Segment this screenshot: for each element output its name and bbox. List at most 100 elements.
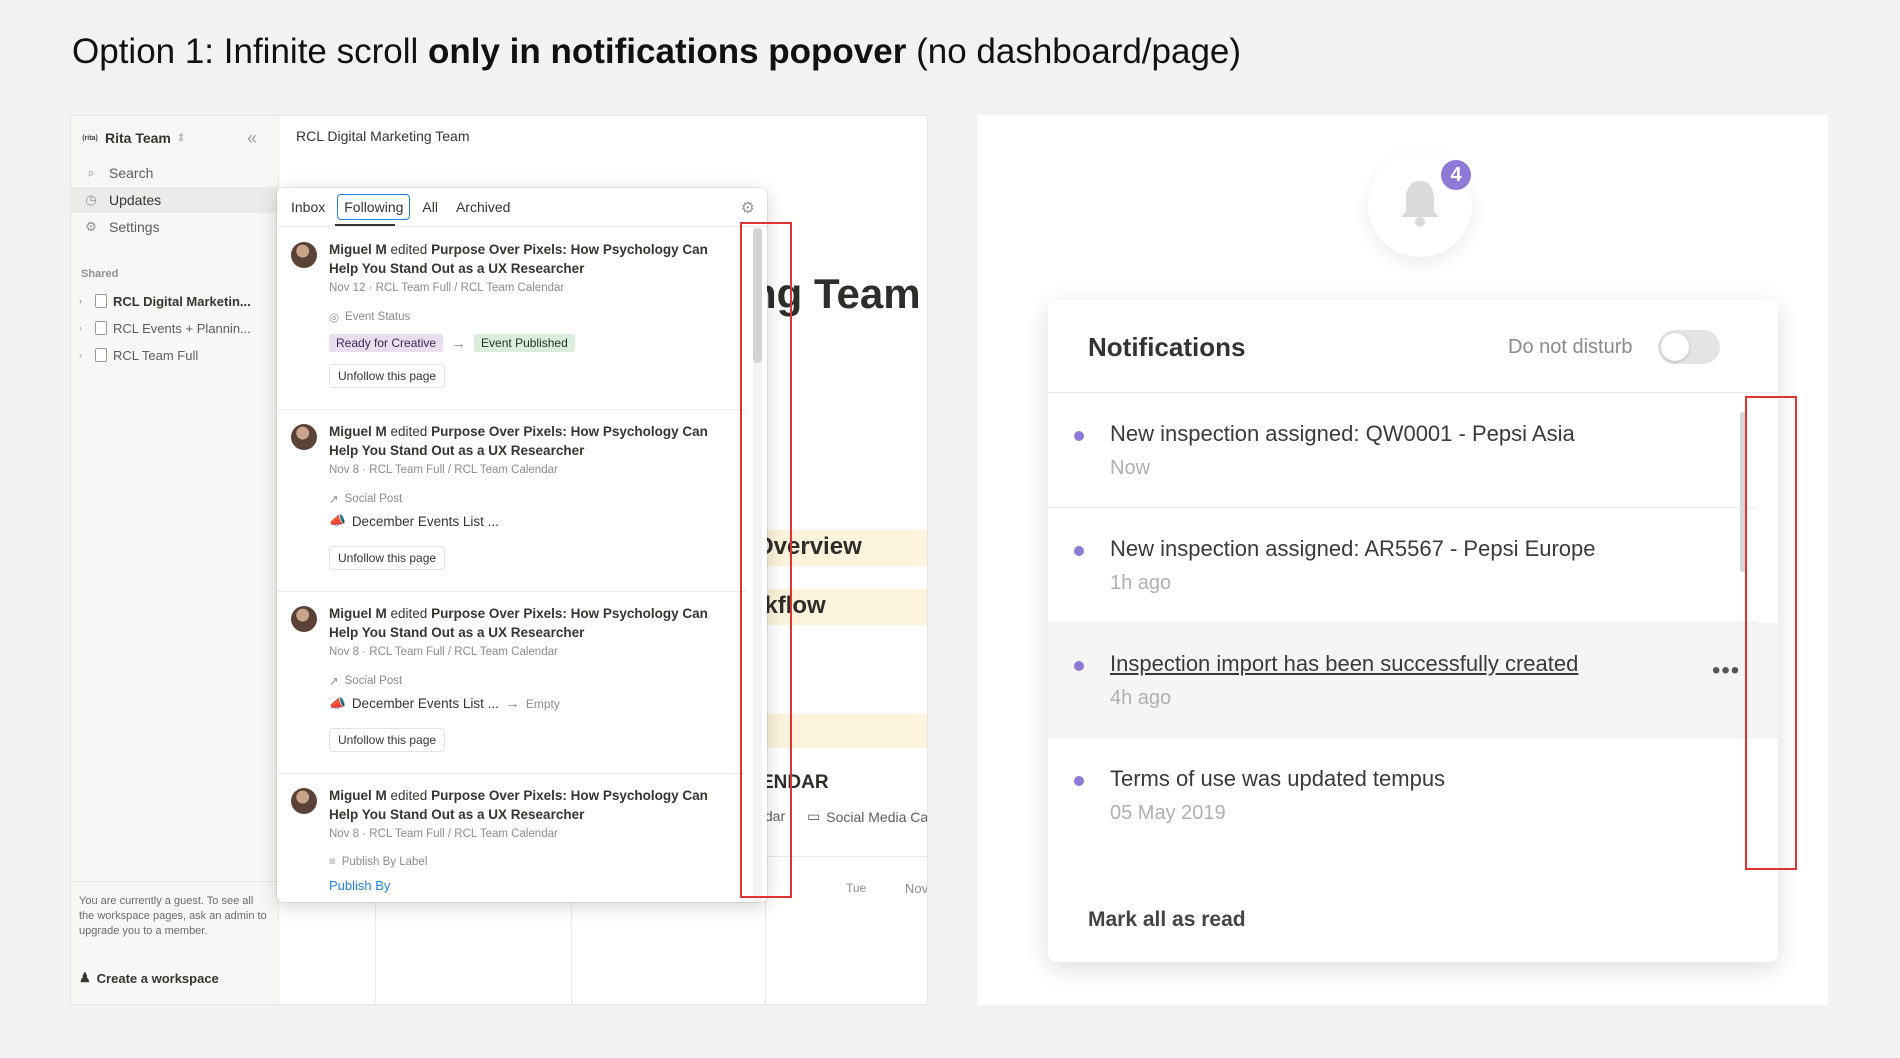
shared-section-label: Shared	[81, 268, 119, 280]
unread-dot	[1074, 431, 1084, 441]
chevron-right-icon[interactable]: ›	[79, 323, 89, 333]
arrow-right-icon: →	[504, 695, 520, 712]
chevron-updown-icon: ⇕	[176, 132, 186, 144]
avatar	[291, 606, 317, 632]
chevron-right-icon[interactable]: ›	[79, 296, 89, 306]
avatar	[291, 242, 317, 268]
unfollow-button[interactable]: Unfollow this page	[329, 728, 446, 752]
notification-title: Miguel M edited Purpose Over Pixels: How…	[329, 422, 729, 460]
notification-row[interactable]: New inspection assigned: QW0001 - Pepsi …	[1048, 393, 1758, 508]
linked-doc[interactable]: 📣 December Events List ... → Empty	[329, 695, 560, 712]
page-title: RCL Digital Marketin...	[113, 293, 251, 309]
sidebar-page-item[interactable]: › RCL Team Full	[71, 342, 279, 368]
bell-icon[interactable]	[1398, 177, 1442, 229]
do-not-disturb-label: Do not disturb	[1508, 336, 1633, 358]
notification-row[interactable]: Inspection import has been successfully …	[1048, 623, 1778, 738]
notification-title: Miguel M edited Purpose Over Pixels: How…	[329, 786, 729, 824]
calendar-icon: ▭	[807, 808, 821, 824]
notification-meta: Nov 8 · RCL Team Full / RCL Team Calenda…	[329, 828, 558, 840]
user-name: Miguel M	[329, 242, 387, 257]
sidebar-item-updates[interactable]: ◷ Updates	[71, 187, 279, 213]
calendar-view-tab[interactable]: ▭ Social Media Ca	[807, 808, 927, 825]
create-workspace-button[interactable]: ♟ Create a workspace	[79, 970, 219, 986]
page-title: RCL Events + Plannin...	[113, 320, 251, 336]
notifications-popover: Inbox Following All Archived ⚙ Miguel M …	[277, 188, 767, 902]
popover-tabs: Inbox Following All Archived	[285, 194, 516, 220]
arrow-up-right-icon: ↗	[329, 494, 339, 506]
sidebar-item-label: Settings	[109, 219, 160, 235]
user-name: Miguel M	[329, 788, 387, 803]
breadcrumb[interactable]: RCL Digital Marketing Team	[296, 128, 470, 144]
toggle-knob	[1661, 333, 1689, 361]
heading-bold: only in notifications popover	[428, 32, 907, 71]
notification-text: New inspection assigned: AR5567 - Pepsi …	[1110, 536, 1596, 561]
notification-title: Miguel M edited Purpose Over Pixels: How…	[329, 240, 729, 278]
action-verb: edited	[390, 424, 428, 439]
empty-value: Empty	[525, 696, 560, 711]
unread-dot	[1074, 776, 1084, 786]
do-not-disturb-toggle[interactable]	[1658, 330, 1720, 364]
action-verb: edited	[390, 242, 428, 257]
status-icon: ◎	[329, 312, 340, 324]
unfollow-button[interactable]: Unfollow this page	[329, 364, 446, 388]
property-name: Event Status	[345, 311, 411, 323]
status-badge: Ready for Creative	[329, 334, 444, 352]
notification-count-badge: 4	[1438, 157, 1474, 193]
notification-item[interactable]: Miguel M edited Purpose Over Pixels: How…	[277, 410, 747, 592]
notification-row[interactable]: Terms of use was updated tempus 05 May 2…	[1048, 738, 1758, 853]
notification-row[interactable]: New inspection assigned: AR5567 - Pepsi …	[1048, 508, 1758, 623]
tab-following[interactable]: Following	[337, 194, 411, 220]
notification-item[interactable]: Miguel M edited Purpose Over Pixels: How…	[277, 228, 747, 410]
notification-text: Terms of use was updated tempus	[1110, 766, 1446, 791]
divider	[277, 226, 767, 227]
more-options-icon[interactable]: •••	[1712, 657, 1740, 685]
publish-by-link[interactable]: Publish By	[329, 878, 390, 893]
notification-title: Miguel M edited Purpose Over Pixels: How…	[329, 604, 729, 642]
avatar	[291, 424, 317, 450]
unfollow-button[interactable]: Unfollow this page	[329, 546, 446, 570]
collapse-sidebar-icon[interactable]: «	[247, 128, 257, 149]
scrollbar-highlight	[1745, 396, 1797, 870]
sidebar-item-settings[interactable]: ⚙ Settings	[71, 214, 279, 240]
guest-notice: You are currently a guest. To see all th…	[71, 881, 279, 1004]
notification-time: 4h ago	[1110, 687, 1172, 709]
scrollbar-highlight	[740, 222, 792, 898]
avatar	[291, 788, 317, 814]
page-icon	[95, 321, 107, 335]
notification-item[interactable]: Miguel M edited Purpose Over Pixels: How…	[277, 774, 747, 902]
notification-text[interactable]: Inspection import has been successfully …	[1110, 651, 1578, 677]
gear-icon[interactable]: ⚙	[741, 198, 755, 218]
notification-meta: Nov 8 · RCL Team Full / RCL Team Calenda…	[329, 646, 558, 658]
property-label: ↗ Social Post	[329, 674, 402, 688]
sidebar-item-search[interactable]: ⌕ Search	[71, 160, 279, 186]
property-label: ↗ Social Post	[329, 492, 402, 506]
notification-time: Now	[1110, 457, 1151, 479]
tab-inbox[interactable]: Inbox	[285, 195, 331, 219]
workspace-switcher[interactable]: (rita) Rita Team ⇕	[81, 130, 185, 146]
page-title: RCL Team Full	[113, 347, 199, 363]
tab-all[interactable]: All	[416, 195, 444, 219]
heading-prefix: Option 1: Infinite scroll	[72, 32, 428, 71]
gear-icon: ⚙	[85, 219, 97, 234]
sidebar-item-label: Updates	[109, 192, 162, 208]
megaphone-icon: 📣	[329, 695, 346, 711]
workspace-logo: (rita)	[82, 134, 98, 142]
notion-screenshot: (rita) Rita Team ⇕ « ⌕ Search ◷ Updates …	[70, 115, 928, 1005]
megaphone-icon: 📣	[329, 513, 346, 528]
sidebar-page-item[interactable]: › RCL Events + Plannin...	[71, 315, 279, 341]
status-change: Ready for Creative → Event Published	[329, 334, 575, 352]
mark-all-read-button[interactable]: Mark all as read	[1088, 908, 1246, 932]
property-name: Social Post	[344, 493, 403, 505]
unread-dot	[1074, 661, 1084, 671]
action-verb: edited	[390, 788, 428, 803]
sidebar-page-item[interactable]: › RCL Digital Marketin...	[71, 288, 279, 314]
slide-heading: Option 1: Infinite scroll only in notifi…	[72, 32, 1241, 72]
linked-doc[interactable]: 📣 December Events List ...	[329, 513, 499, 529]
tab-archived[interactable]: Archived	[450, 195, 516, 219]
action-verb: edited	[390, 606, 428, 621]
notification-item[interactable]: Miguel M edited Purpose Over Pixels: How…	[277, 592, 747, 774]
status-badge: Event Published	[474, 334, 575, 352]
people-icon: ♟	[79, 970, 91, 985]
chevron-right-icon[interactable]: ›	[79, 350, 89, 360]
notification-time: 1h ago	[1110, 572, 1172, 594]
